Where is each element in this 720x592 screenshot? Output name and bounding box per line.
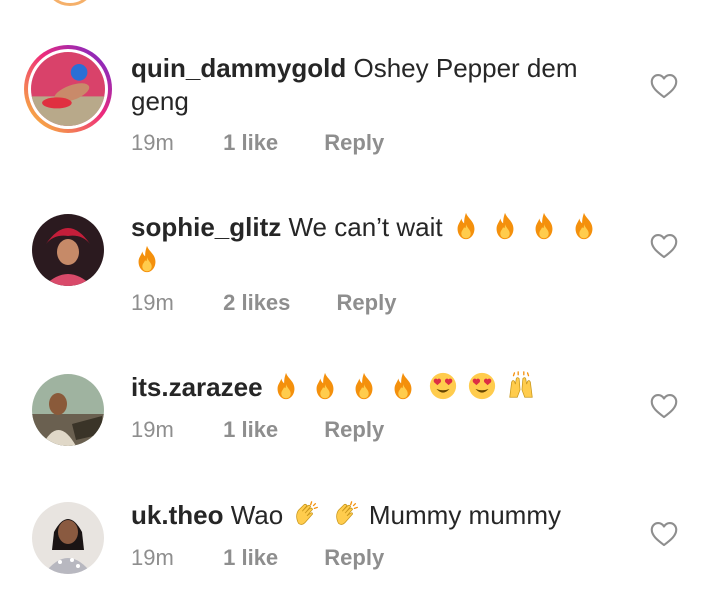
comment-username[interactable]: sophie_glitz [131,212,281,242]
avatar-photo-icon [32,374,104,446]
heart-eyes-emoji-icon [467,371,497,401]
comment-username[interactable]: uk.theo [131,500,223,530]
raising-hands-emoji-icon [506,371,536,401]
comment-username[interactable]: its.zarazee [131,372,263,402]
fire-emoji-icon [271,371,301,401]
fire-emoji-icon [132,244,162,274]
comment-likes[interactable]: 1 like [223,544,278,572]
heart-outline-icon[interactable] [650,393,678,419]
emoji-row [270,371,537,402]
heart-outline-icon[interactable] [650,233,678,259]
comment-text: its.zarazee [131,371,611,404]
fire-emoji-icon [490,211,520,241]
avatar-photo-icon [32,502,104,574]
comment-text: quin_dammygold Oshey Pepper dem geng [131,52,611,118]
comment-likes[interactable]: 1 like [223,416,278,444]
comment-meta: 19m 2 likes Reply [131,289,396,317]
fire-emoji-icon [529,211,559,241]
comment-time: 19m [131,545,174,570]
story-ring [28,49,108,129]
reply-button[interactable]: Reply [324,416,384,444]
heart-outline-icon[interactable] [650,73,678,99]
comment-time: 19m [131,417,174,442]
fire-emoji-icon [388,371,418,401]
avatar[interactable] [32,502,104,574]
avatar[interactable] [24,45,112,133]
heart-outline-icon[interactable] [650,521,678,547]
comment-meta: 19m 1 like Reply [131,416,384,444]
reply-button[interactable]: Reply [337,289,397,317]
clapping-hands-emoji-icon [291,499,321,529]
comment-meta: 19m 1 like Reply [131,129,384,157]
previous-avatar-ring [44,0,96,6]
comment-body: We can’t wait [288,212,443,242]
avatar-photo-icon [32,214,104,286]
clapping-hands-emoji-icon [331,499,361,529]
heart-eyes-emoji-icon [428,371,458,401]
comment-body: Wao [230,500,284,530]
fire-emoji-icon [310,371,340,401]
comment-time: 19m [131,290,174,315]
comment-meta: 19m 1 like Reply [131,544,384,572]
comment-time: 19m [131,130,174,155]
reply-button[interactable]: Reply [324,544,384,572]
reply-button[interactable]: Reply [324,129,384,157]
fire-emoji-icon [569,211,599,241]
fire-emoji-icon [451,211,481,241]
comment-likes[interactable]: 2 likes [223,289,290,317]
emoji-row [290,500,368,530]
comment-text: uk.theo Wao Mummy mummy [131,499,611,532]
comment-body: Mummy mummy [368,500,561,530]
avatar[interactable] [32,374,104,446]
avatar[interactable] [32,214,104,286]
comment-username[interactable]: quin_dammygold [131,53,346,83]
comment-likes[interactable]: 1 like [223,129,278,157]
avatar-photo-icon [31,52,105,126]
comment-text: sophie_glitz We can’t wait [131,211,611,277]
fire-emoji-icon [349,371,379,401]
